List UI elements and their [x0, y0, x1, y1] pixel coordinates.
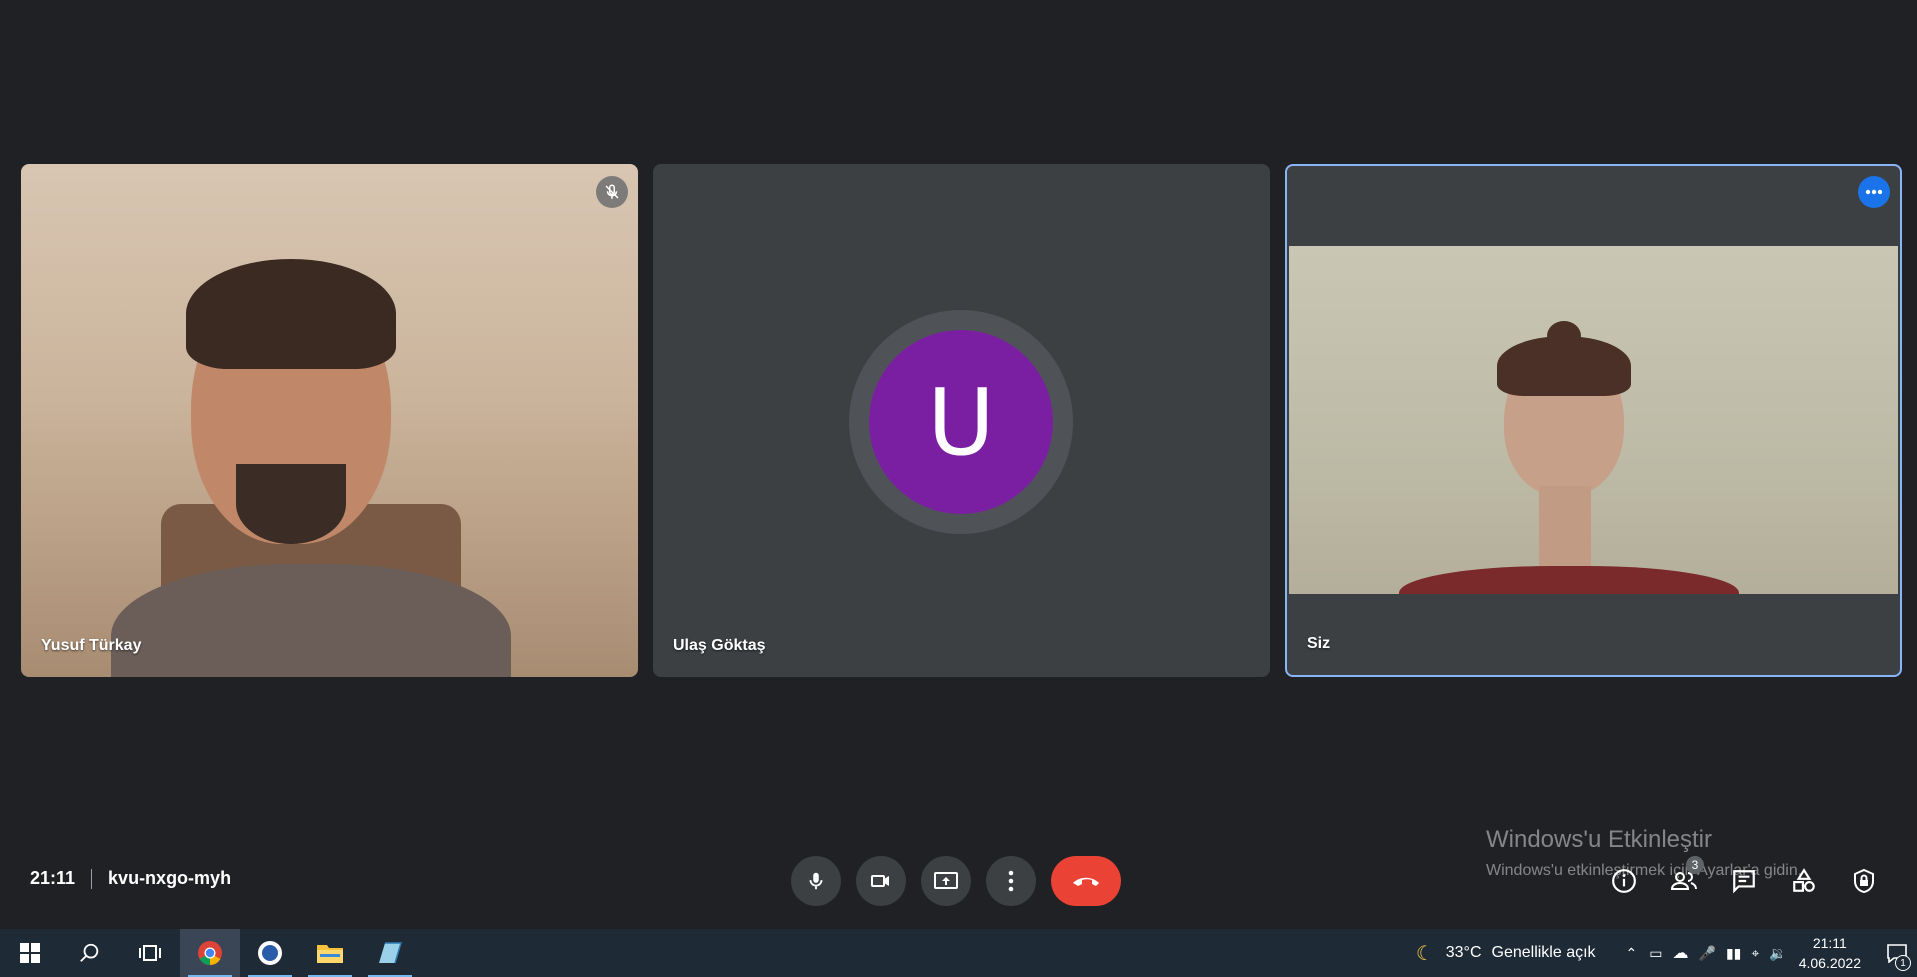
moon-icon: ☾ [1415, 942, 1434, 965]
system-tray: ☾ 33°C Genellikle açık ⌃ ▭ ☁ 🎤 ▮▮ ⌖ 🔉 21… [1416, 929, 1917, 977]
meeting-time: 21:11 [30, 868, 76, 888]
meeting-code: kvu-nxgo-myh [108, 868, 232, 888]
chat-button[interactable] [1728, 860, 1760, 902]
clock-time: 21:11 [1812, 935, 1847, 951]
meeting-info: 21:11 kvu-nxgo-myh [30, 868, 231, 889]
camera-button[interactable] [856, 856, 906, 906]
participant-name: Yusuf Türkay [41, 637, 142, 654]
watermark-title: Windows'u Etkinleştir [1486, 826, 1712, 853]
taskbar-chrome[interactable] [180, 929, 240, 977]
clock-date: 4.06.2022 [1798, 955, 1861, 971]
participant-count-badge: 3 [1686, 856, 1704, 874]
taskbar-notes[interactable] [360, 929, 420, 977]
battery-icon[interactable]: ▮▮ [1726, 945, 1741, 962]
shield-lock-icon [1854, 868, 1874, 894]
avatar: U [869, 330, 1053, 514]
meeting-details-button[interactable] [1608, 860, 1640, 902]
participant-tile-ulas[interactable]: U Ulaş Göktaş [653, 164, 1270, 677]
chevron-up-icon[interactable]: ⌃ [1626, 945, 1638, 962]
hang-up-button[interactable] [1051, 856, 1121, 906]
windows-logo-icon [20, 943, 40, 963]
search-icon [80, 943, 99, 962]
weather-temp[interactable]: 33°C [1446, 944, 1482, 962]
chrome-icon [198, 941, 222, 965]
activities-icon [1793, 868, 1815, 892]
cloud-icon[interactable]: ☁ [1673, 943, 1689, 963]
app-icon [258, 941, 282, 965]
taskbar-file-explorer[interactable] [300, 929, 360, 977]
wifi-icon[interactable]: ⌖ [1751, 945, 1759, 962]
present-screen-button[interactable] [921, 856, 971, 906]
info-icon [1612, 869, 1636, 893]
chat-icon [1733, 870, 1755, 894]
notification-center-button[interactable]: 1 [1877, 929, 1917, 977]
activities-button[interactable] [1788, 860, 1820, 902]
task-view-button[interactable] [120, 929, 180, 977]
more-options-button[interactable] [986, 856, 1036, 906]
present-screen-icon [934, 872, 958, 889]
camera-icon [871, 875, 889, 887]
start-button[interactable] [0, 929, 60, 977]
task-view-icon [139, 945, 161, 961]
microphone-icon [809, 872, 823, 890]
host-controls-button[interactable] [1848, 860, 1880, 902]
taskbar-app[interactable] [240, 929, 300, 977]
system-clock[interactable]: 21:11 4.06.2022 [1799, 933, 1861, 973]
meet-now-icon[interactable]: ▭ [1649, 945, 1662, 962]
microphone-button[interactable] [791, 856, 841, 906]
folder-icon [317, 945, 343, 963]
participant-tile-yusuf[interactable]: Yusuf Türkay [21, 164, 638, 677]
windows-taskbar: ☾ 33°C Genellikle açık ⌃ ▭ ☁ 🎤 ▮▮ ⌖ 🔉 21… [0, 929, 1917, 977]
participant-name: Ulaş Göktaş [673, 637, 766, 654]
weather-desc[interactable]: Genellikle açık [1492, 944, 1596, 962]
more-options-icon[interactable] [1858, 176, 1890, 208]
participant-video [21, 164, 638, 677]
volume-icon[interactable]: 🔉 [1769, 945, 1786, 962]
more-options-icon [1008, 870, 1014, 892]
hang-up-icon [1073, 877, 1099, 886]
muted-mic-icon [596, 176, 628, 208]
participant-name: Siz [1307, 635, 1331, 652]
notes-icon [379, 942, 403, 964]
self-video [1289, 246, 1898, 594]
search-button[interactable] [60, 929, 120, 977]
notification-count: 1 [1895, 955, 1911, 971]
meeting-side-controls: 3 [1608, 856, 1880, 902]
people-button[interactable]: 3 [1668, 856, 1704, 902]
call-controls [791, 856, 1121, 906]
microphone-tray-icon[interactable]: 🎤 [1699, 945, 1716, 962]
participant-tile-self[interactable]: Siz [1285, 164, 1902, 677]
divider [91, 868, 93, 889]
